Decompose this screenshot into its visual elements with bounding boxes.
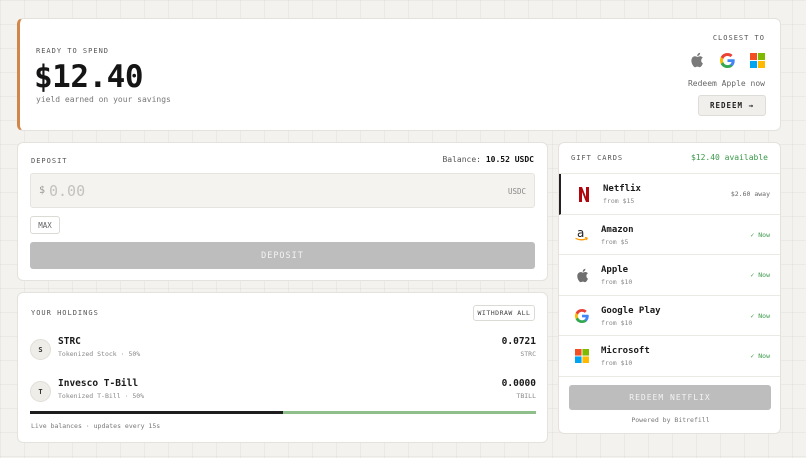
apple-icon (574, 267, 590, 283)
microsoft-icon (749, 52, 765, 68)
gift-card-min: from $5 (601, 237, 629, 246)
holdings-label: YOUR HOLDINGS (31, 309, 99, 317)
closest-brands (689, 52, 765, 68)
gift-card-name: Google Play (601, 305, 661, 316)
holding-value: 0.0000 (501, 378, 536, 389)
allocation-segment (283, 411, 536, 414)
deposit-card: DEPOSIT Balance: 10.52 USDC $ USDC MAX D… (17, 142, 548, 281)
amazon-icon: a (574, 227, 590, 243)
gift-card-name: Netflix (603, 184, 641, 194)
powered-by: Powered by Bitrefill (631, 416, 710, 424)
gift-card-list: Netflix from $15 $2.60 away a Amazon fro… (559, 173, 780, 377)
holding-name: Invesco T-Bill (58, 378, 139, 389)
withdraw-all-button[interactable]: WITHDRAW ALL (473, 305, 535, 321)
gift-card-name: Amazon (601, 224, 634, 235)
gift-card-status: ✓ Now (750, 230, 770, 239)
gift-card-status: ✓ Now (750, 352, 770, 360)
gift-card-min: from $15 (603, 197, 635, 205)
holding-avatar: S (30, 339, 51, 360)
gift-card-min: from $10 (601, 318, 633, 327)
redeem-hint: Redeem Apple now (687, 79, 765, 88)
ready-to-spend-label: READY TO SPEND (36, 47, 110, 55)
balance-readout: Balance: 10.52 USDC (442, 155, 534, 164)
gift-card-min: from $10 (601, 359, 633, 367)
ready-to-spend-card: READY TO SPEND $12.40 yield earned on yo… (17, 18, 781, 131)
gift-card-google-play[interactable]: Google Play from $10 ✓ Now (559, 296, 780, 336)
deposit-unit: USDC (507, 187, 526, 196)
holding-meta: Tokenized T-Bill · 50% (58, 392, 145, 400)
gift-card-microsoft[interactable]: Microsoft from $10 ✓ Now (559, 336, 780, 377)
holding-ticker: TBILL (516, 392, 536, 400)
spendable-amount: $12.40 (34, 59, 143, 95)
live-balances-note: Live balances · updates every 15s (31, 422, 161, 430)
gift-card-status: ✓ Now (750, 271, 770, 279)
google-icon (719, 52, 735, 68)
holding-meta: Tokenized Stock · 50% (58, 350, 141, 358)
gift-card-status: $2.60 away (730, 190, 770, 198)
gift-cards-card: GIFT CARDS $12.40 available Netflix from… (558, 142, 781, 434)
gift-card-name: Microsoft (601, 346, 650, 356)
gift-cards-label: GIFT CARDS (571, 154, 624, 162)
holding-row-strc: S STRC Tokenized Stock · 50% 0.0721 STRC (30, 335, 536, 363)
deposit-amount-input[interactable] (49, 179, 449, 203)
deposit-label: DEPOSIT (31, 157, 68, 165)
gift-card-apple[interactable]: Apple from $10 ✓ Now (559, 255, 780, 296)
svg-text:a: a (577, 227, 584, 240)
holdings-card: YOUR HOLDINGS WITHDRAW ALL S STRC Tokeni… (17, 292, 548, 443)
redeem-button[interactable]: REDEEM → (698, 95, 766, 116)
gift-cards-available: $12.40 available (690, 153, 768, 162)
gift-card-netflix[interactable]: Netflix from $15 $2.60 away (559, 174, 780, 215)
allocation-bar (30, 411, 536, 414)
holding-ticker: STRC (520, 350, 536, 358)
yield-subtitle: yield earned on your savings (36, 95, 171, 104)
max-button[interactable]: MAX (30, 216, 60, 234)
holding-value: 0.0721 (501, 336, 536, 347)
balance-value: 10.52 USDC (485, 155, 534, 164)
gift-card-status: ✓ Now (750, 311, 770, 320)
holding-avatar: T (30, 381, 51, 402)
holding-row-tbill: T Invesco T-Bill Tokenized T-Bill · 50% … (30, 377, 536, 405)
gift-card-min: from $10 (601, 278, 633, 286)
apple-icon (689, 52, 705, 68)
closest-to-label: CLOSEST TO (712, 34, 765, 42)
gift-card-name: Apple (601, 265, 629, 275)
redeem-gift-card-button[interactable]: REDEEM NETFLIX (569, 385, 771, 410)
holding-name: STRC (58, 336, 81, 347)
allocation-segment (30, 411, 283, 414)
deposit-amount-field[interactable]: $ USDC (30, 173, 535, 208)
gift-card-amazon[interactable]: a Amazon from $5 ✓ Now (559, 215, 780, 255)
microsoft-icon (574, 348, 590, 364)
currency-symbol: $ (39, 185, 46, 196)
balance-label: Balance: (442, 155, 481, 164)
netflix-icon (576, 186, 592, 202)
google-icon (574, 308, 590, 324)
deposit-button[interactable]: DEPOSIT (30, 242, 535, 269)
